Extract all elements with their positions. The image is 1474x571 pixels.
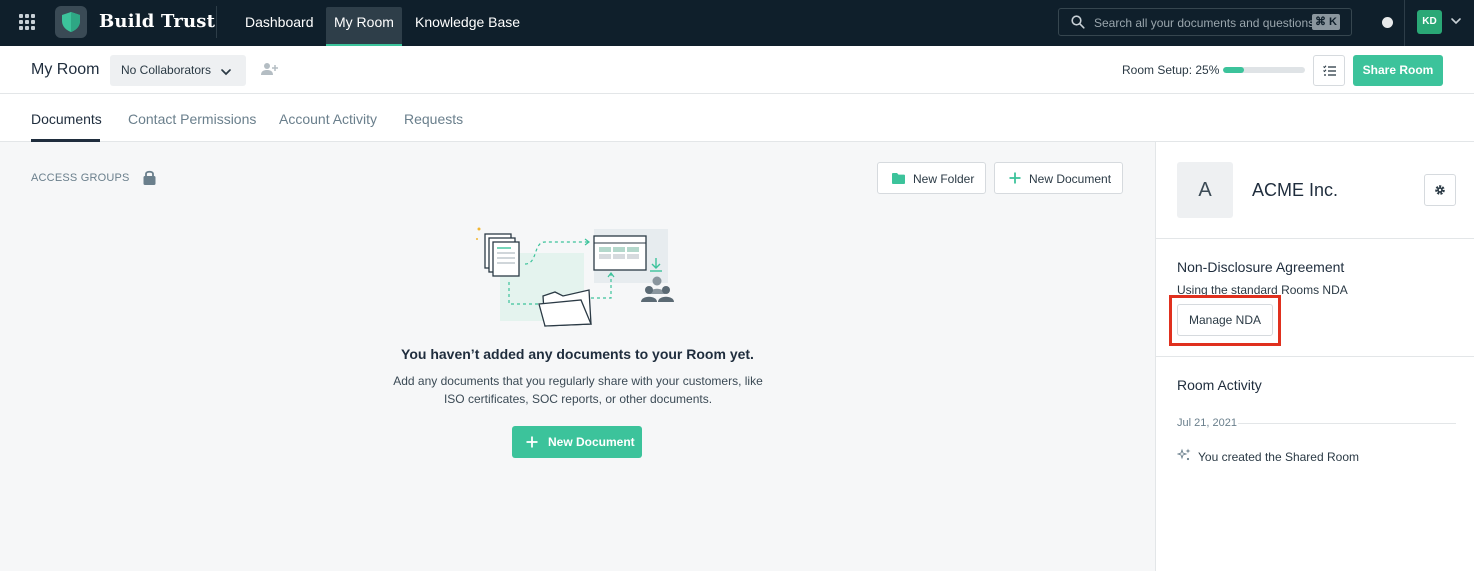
nav-divider — [216, 6, 217, 38]
room-setup-label: Room Setup: 25% — [1122, 63, 1220, 77]
new-document-button[interactable]: New Document — [994, 162, 1123, 194]
activity-date: Jul 21, 2021 — [1177, 417, 1237, 429]
gear-icon — [1435, 185, 1445, 195]
room-header: My Room No Collaborators Room Setup: 25%… — [0, 46, 1474, 94]
checklist-button[interactable] — [1313, 55, 1345, 86]
tab-contact-permissions[interactable]: Contact Permissions — [128, 111, 256, 127]
room-setup-progress-fill — [1223, 67, 1244, 73]
room-activity-title: Room Activity — [1177, 377, 1262, 393]
lock-icon[interactable] — [143, 170, 156, 185]
highlight-box — [1169, 295, 1281, 346]
documents-panel: ACCESS GROUPS New Folder New Document Yo… — [0, 142, 1155, 571]
shield-logo-icon[interactable] — [55, 6, 87, 38]
divider — [1156, 356, 1474, 357]
top-nav: Build Trust Dashboard My Room Knowledge … — [0, 0, 1474, 46]
empty-documents-illustration — [476, 227, 674, 327]
activity-date-rule — [1238, 423, 1456, 424]
collaborators-select-value: No Collaborators — [121, 63, 212, 77]
brand-name[interactable]: Build Trust — [99, 11, 215, 32]
empty-state-title: You haven’t added any documents to your … — [401, 346, 754, 362]
org-settings-button[interactable] — [1424, 174, 1456, 206]
room-side-panel: A ACME Inc. Non-Disclosure Agreement Usi… — [1155, 142, 1474, 571]
search-icon — [1071, 15, 1085, 29]
share-room-button[interactable]: Share Room — [1353, 55, 1443, 86]
search-shortcut-badge: ⌘ K — [1312, 14, 1340, 30]
room-setup-progress — [1223, 67, 1305, 73]
new-folder-label: New Folder — [913, 172, 975, 186]
nav-dashboard[interactable]: Dashboard — [237, 0, 322, 46]
empty-new-document-label: New Document — [548, 435, 635, 449]
page-title: My Room — [31, 61, 100, 78]
add-user-icon[interactable] — [261, 62, 278, 76]
divider — [1156, 238, 1474, 239]
activity-item-text: You created the Shared Room — [1198, 450, 1359, 464]
nav-divider — [1404, 0, 1405, 46]
search-placeholder: Search all your documents and questions — [1094, 16, 1315, 30]
nav-my-room[interactable]: My Room — [326, 7, 402, 46]
tab-documents[interactable]: Documents — [31, 111, 102, 127]
tab-account-activity[interactable]: Account Activity — [279, 111, 377, 127]
access-groups-label: ACCESS GROUPS — [31, 172, 130, 184]
checklist-icon — [1323, 65, 1336, 76]
sparkle-icon — [1177, 448, 1191, 461]
tab-bar: Documents Contact Permissions Account Ac… — [0, 94, 1474, 142]
nav-knowledge-base[interactable]: Knowledge Base — [407, 0, 528, 46]
chevron-down-icon — [221, 69, 231, 76]
new-document-label: New Document — [1029, 172, 1112, 186]
apps-grid-icon[interactable] — [19, 14, 36, 31]
user-avatar[interactable]: KD — [1417, 10, 1442, 34]
chevron-down-icon[interactable] — [1450, 15, 1462, 27]
status-dot — [1382, 17, 1393, 28]
plus-icon — [1009, 172, 1021, 184]
plus-icon — [526, 436, 538, 448]
org-avatar: A — [1177, 162, 1233, 218]
new-folder-button[interactable]: New Folder — [877, 162, 986, 194]
org-name: ACME Inc. — [1252, 180, 1339, 200]
folder-icon — [892, 173, 905, 184]
search-input[interactable]: Search all your documents and questions … — [1058, 8, 1352, 36]
nda-title: Non-Disclosure Agreement — [1177, 259, 1345, 275]
empty-state-description: Add any documents that you regularly sha… — [393, 374, 763, 406]
collaborators-select[interactable]: No Collaborators — [110, 55, 246, 86]
tab-requests[interactable]: Requests — [404, 111, 463, 127]
empty-new-document-button[interactable]: New Document — [512, 426, 642, 458]
